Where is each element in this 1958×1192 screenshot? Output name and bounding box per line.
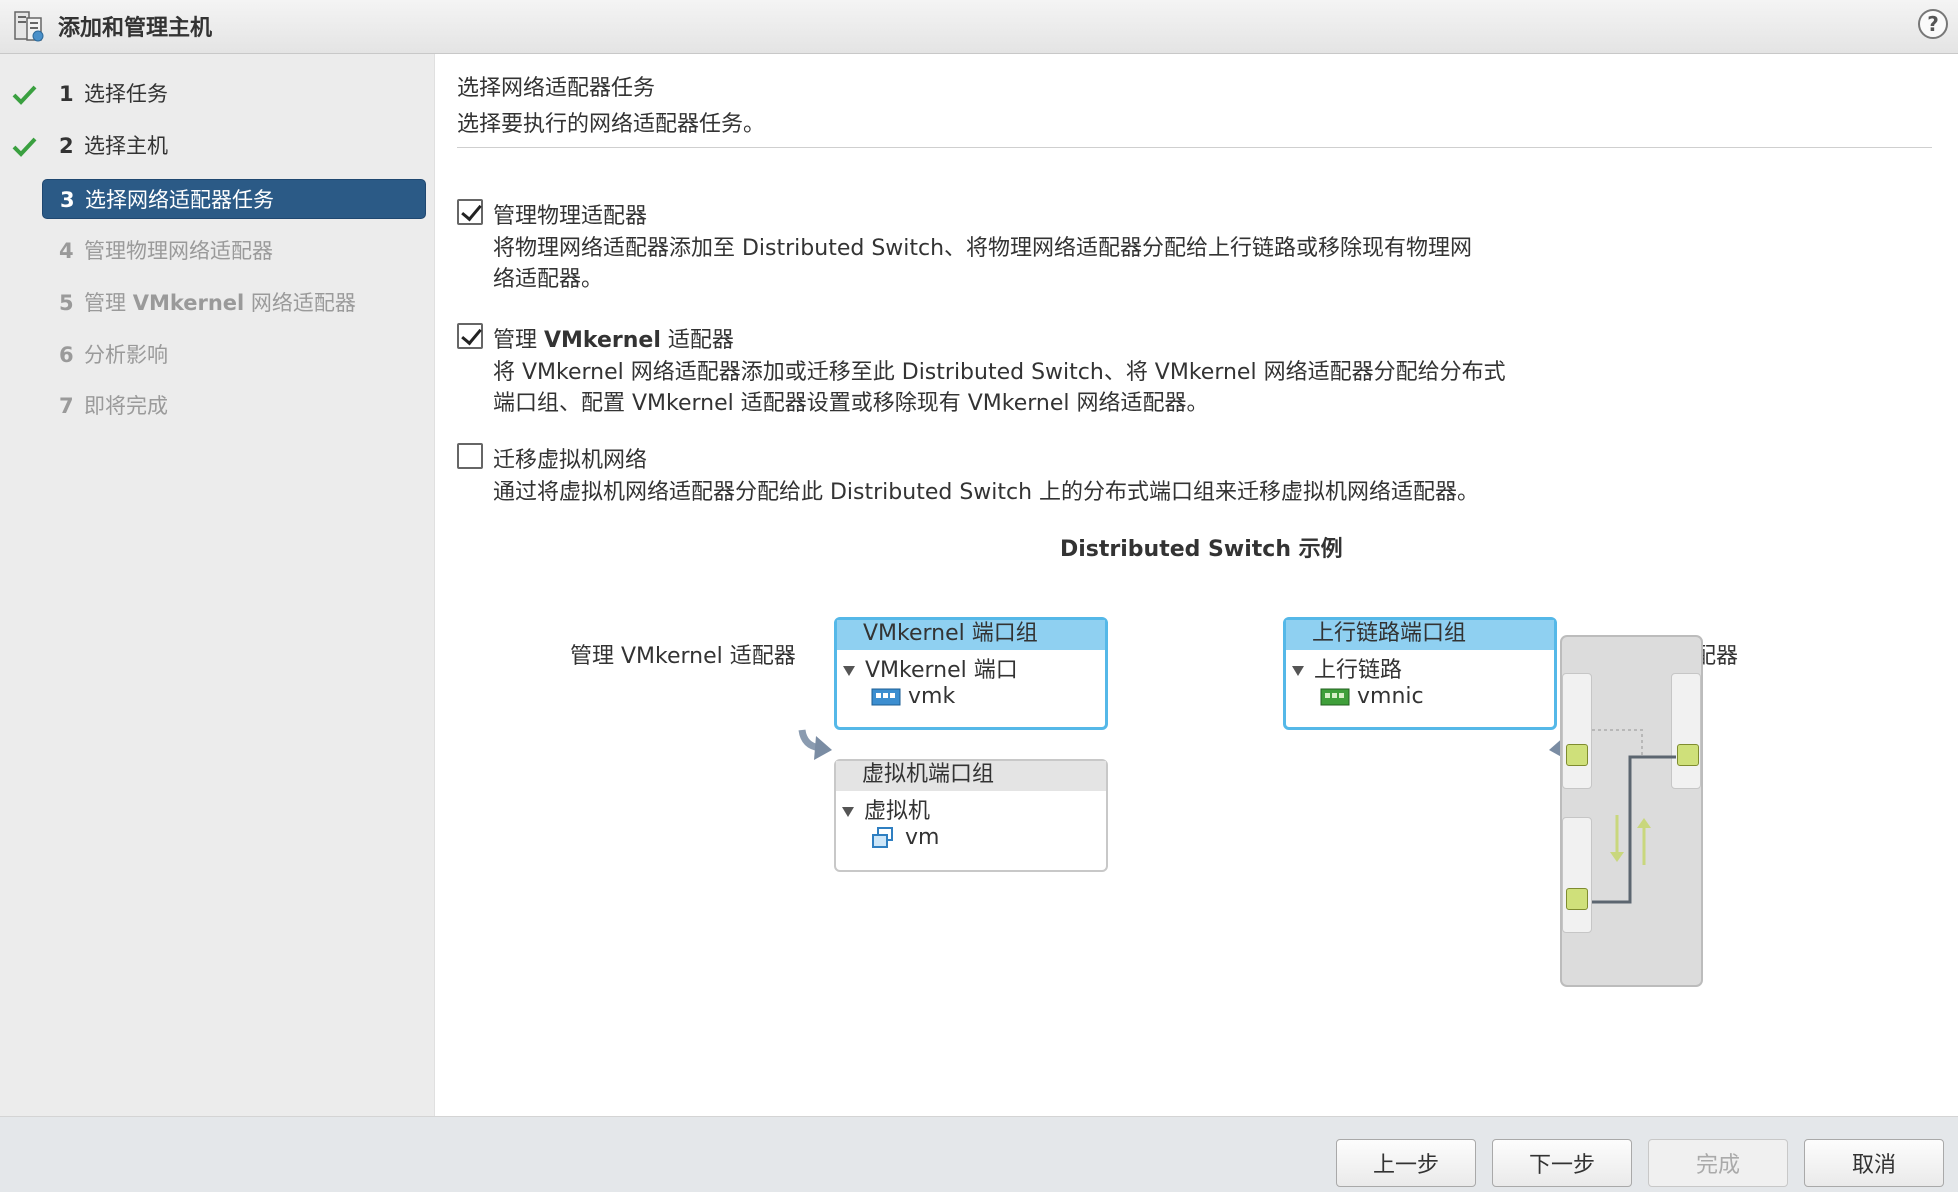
- step-select-network-adapter-tasks[interactable]: 3 选择网络适配器任务: [42, 179, 426, 219]
- expand-triangle-icon: [842, 807, 854, 817]
- switch-body: [1560, 635, 1703, 987]
- vmk-item: vmk: [871, 684, 955, 709]
- step-label-prefix: 管理: [84, 291, 133, 315]
- uplink-row: 上行链路: [1292, 652, 1402, 684]
- step-number: 1: [59, 82, 74, 106]
- vm-port-group-header: 虚拟机端口组: [836, 761, 1106, 791]
- label-bold: VMkernel: [544, 328, 661, 353]
- step-label: 选择主机: [84, 134, 168, 158]
- manage-physical-adapters-desc: 将物理网络适配器添加至 Distributed Switch、将物理网络适配器分…: [493, 233, 1553, 295]
- migrate-vm-networking-label: 迁移虚拟机网络: [493, 448, 648, 473]
- step-manage-physical-adapters: 4 管理物理网络适配器: [42, 231, 426, 271]
- footer: 上一步 下一步 完成 取消: [0, 1116, 1958, 1192]
- step-number: 6: [59, 343, 74, 367]
- hosts-icon: [14, 11, 44, 42]
- uplink-port-group-box: 上行链路端口组 上行链路 vmnic: [1283, 617, 1557, 730]
- vmk-label: vmk: [908, 684, 956, 709]
- page-subtitle: 选择要执行的网络适配器任务。: [457, 112, 766, 137]
- step-analyze-impact: 6 分析影响: [42, 335, 426, 375]
- vmkernel-port-group-header: VMkernel 端口组: [837, 620, 1105, 650]
- vm-row: 虚拟机: [842, 793, 930, 825]
- label-suffix: 适配器: [660, 328, 734, 353]
- step-number: 7: [59, 394, 74, 418]
- vmkernel-port-row: VMkernel 端口: [843, 652, 1018, 684]
- window-title: 添加和管理主机: [58, 16, 213, 41]
- vm-label: vm: [905, 825, 940, 850]
- uplink-port-group-header: 上行链路端口组: [1286, 620, 1554, 650]
- step-label: 管理物理网络适配器: [84, 239, 273, 263]
- next-button[interactable]: 下一步: [1492, 1139, 1632, 1187]
- expand-triangle-icon: [843, 666, 855, 676]
- vmkernel-port-label: VMkernel 端口: [865, 658, 1018, 683]
- step-label: 分析影响: [84, 343, 168, 367]
- migrate-vm-networking-checkbox[interactable]: [457, 443, 483, 469]
- desc-line: 端口组、配置 VMkernel 适配器设置或移除现有 VMkernel 网络适配…: [493, 391, 1209, 416]
- step-label: 即将完成: [84, 394, 168, 418]
- diagram-left-label: 管理 VMkernel 适配器: [570, 644, 796, 669]
- desc-line: 将物理网络适配器添加至 Distributed Switch、将物理网络适配器分…: [493, 236, 1473, 261]
- manage-physical-adapters-label: 管理物理适配器: [493, 204, 648, 229]
- step-ready-to-complete: 7 即将完成: [42, 386, 426, 426]
- divider: [457, 147, 1932, 148]
- manage-vmkernel-adapters-checkbox[interactable]: [457, 323, 483, 349]
- desc-line: 络适配器。: [493, 267, 604, 292]
- manage-vmkernel-adapters-label: 管理 VMkernel 适配器: [493, 322, 734, 354]
- finish-button[interactable]: 完成: [1648, 1139, 1788, 1187]
- vmnic-item: vmnic: [1320, 684, 1424, 709]
- step-label-suffix: 网络适配器: [244, 291, 356, 315]
- migrate-vm-networking-desc: 通过将虚拟机网络适配器分配给此 Distributed Switch 上的分布式…: [493, 477, 1593, 508]
- step-manage-vmkernel-adapters: 5 管理 VMkernel 网络适配器: [42, 283, 426, 323]
- step-select-task[interactable]: 1 选择任务: [12, 74, 426, 114]
- manage-physical-adapters-checkbox[interactable]: [457, 199, 483, 225]
- label-prefix: 管理: [493, 328, 544, 353]
- step-number: 4: [59, 239, 74, 263]
- wizard-steps-sidebar: 1 选择任务 2 选择主机 3 选择网络适配器任务 4 管理物理网络适配器 5 …: [0, 54, 435, 1116]
- switch-connections: [1592, 729, 1676, 904]
- step-number: 5: [59, 291, 74, 315]
- title-bar: 添加和管理主机 ?: [0, 0, 1958, 54]
- curved-arrow-left-icon: [798, 729, 832, 760]
- uplink-row-label: 上行链路: [1314, 658, 1403, 683]
- vm-port-group-box: 虚拟机端口组 虚拟机 vm: [834, 759, 1108, 872]
- checkmark-icon: [12, 137, 37, 157]
- manage-vmkernel-adapters-desc: 将 VMkernel 网络适配器添加或迁移至此 Distributed Swit…: [493, 357, 1553, 419]
- vmkernel-adapter-icon: [871, 688, 901, 706]
- desc-line: 通过将虚拟机网络适配器分配给此 Distributed Switch 上的分布式…: [493, 480, 1480, 505]
- vmnic-label: vmnic: [1357, 684, 1424, 709]
- step-label-bold: VMkernel: [132, 291, 245, 315]
- vmkernel-port-group-box: VMkernel 端口组 VMkernel 端口 vmk: [834, 617, 1108, 730]
- step-select-hosts[interactable]: 2 选择主机: [12, 126, 426, 166]
- desc-line: 将 VMkernel 网络适配器添加或迁移至此 Distributed Swit…: [493, 360, 1506, 385]
- vm-item: vm: [870, 825, 939, 850]
- step-label: 选择任务: [84, 82, 168, 106]
- diagram-title: Distributed Switch 示例: [1060, 537, 1343, 562]
- help-icon[interactable]: ?: [1918, 9, 1948, 39]
- expand-triangle-icon: [1292, 666, 1304, 676]
- main-panel: 选择网络适配器任务 选择要执行的网络适配器任务。 管理物理适配器 将物理网络适配…: [435, 54, 1958, 1116]
- checkmark-icon: [12, 85, 37, 105]
- virtual-machine-icon: [872, 827, 893, 848]
- step-label: 选择网络适配器任务: [85, 188, 274, 212]
- cancel-button[interactable]: 取消: [1804, 1139, 1944, 1187]
- back-button[interactable]: 上一步: [1336, 1139, 1476, 1187]
- step-label: 管理 VMkernel 网络适配器: [84, 283, 356, 323]
- vm-row-label: 虚拟机: [864, 799, 931, 824]
- step-number: 3: [60, 188, 75, 212]
- step-number: 2: [59, 134, 74, 158]
- physical-nic-icon: [1320, 688, 1350, 706]
- page-title: 选择网络适配器任务: [457, 76, 656, 101]
